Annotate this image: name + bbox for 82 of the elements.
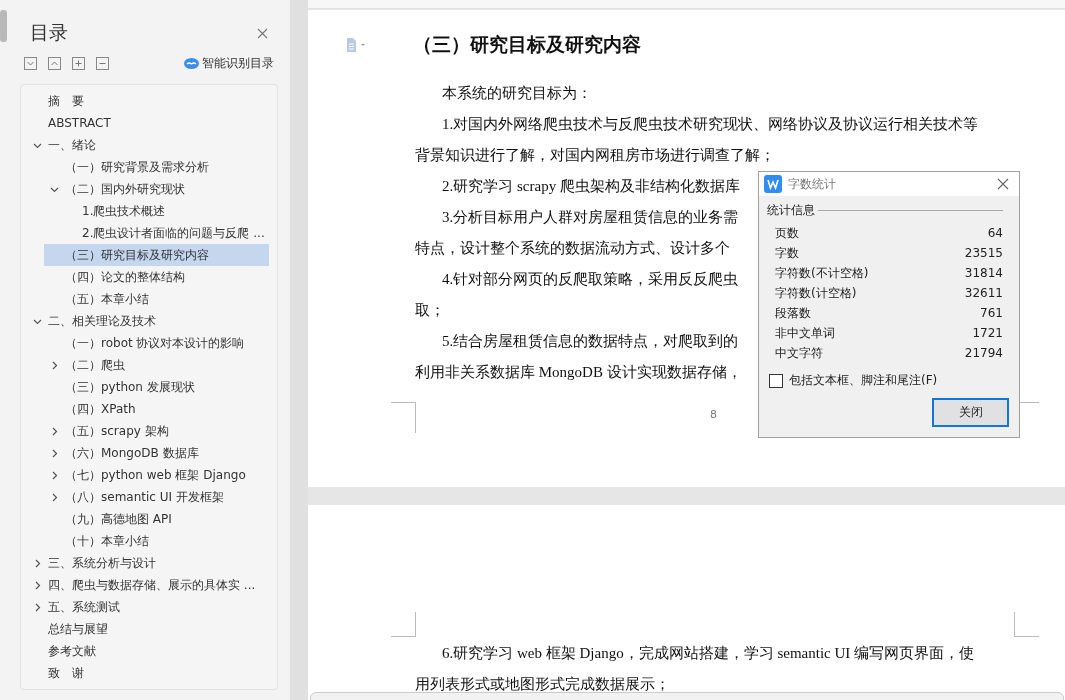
- cloud-icon[interactable]: [184, 58, 199, 69]
- crop-mark: [1014, 612, 1039, 637]
- stat-label: 非中文单词: [775, 325, 835, 342]
- collapse-icon[interactable]: [48, 57, 61, 70]
- caret-icon[interactable]: [50, 470, 59, 480]
- caret-icon[interactable]: [50, 426, 59, 436]
- close-icon[interactable]: [257, 27, 268, 39]
- section-heading: （三）研究目标及研究内容: [413, 32, 641, 57]
- toc-item[interactable]: （九）高德地图 API: [44, 508, 269, 530]
- paragraph-line: 2.研究学习 scrapy 爬虫架构及非结构化数据库: [441, 177, 740, 196]
- toc-item[interactable]: （二）国内外研究现状: [44, 178, 269, 200]
- caret-icon[interactable]: [33, 602, 42, 612]
- toc-item[interactable]: ABSTRACT: [27, 112, 269, 134]
- stat-value: 31814: [964, 265, 1003, 282]
- toc-item[interactable]: 2.爬虫设计者面临的问题与反爬 ...: [61, 222, 269, 244]
- stat-value: 64: [987, 225, 1003, 242]
- toc-item[interactable]: （六）MongoDB 数据库: [44, 442, 269, 464]
- caret-icon[interactable]: [50, 448, 59, 458]
- crop-mark: [391, 612, 416, 637]
- paragraph-line: 本系统的研究目标为：: [441, 84, 592, 103]
- stat-label: 字符数(不计空格): [775, 265, 869, 282]
- toc-item[interactable]: 总结与展望: [27, 618, 269, 640]
- minus-icon[interactable]: [96, 57, 109, 70]
- toc-item[interactable]: （二）爬虫: [44, 354, 269, 376]
- stat-label: 页数: [775, 225, 799, 242]
- paragraph-line: 特点，设计整个系统的数据流动方式、设计多个: [415, 239, 730, 258]
- checkbox[interactable]: [769, 373, 783, 388]
- caret-icon[interactable]: [33, 580, 42, 590]
- paragraph-line: 3.分析目标用户人群对房屋租赁信息的业务需: [441, 208, 739, 227]
- toc-item[interactable]: （三）研究目标及研究内容: [44, 244, 269, 266]
- panel-title: 目录: [30, 20, 69, 45]
- plus-icon[interactable]: [72, 57, 85, 70]
- stat-label: 字符数(计空格): [775, 285, 857, 302]
- paragraph-line: 4.针对部分网页的反爬取策略，采用反反爬虫: [441, 270, 739, 289]
- checkbox-label[interactable]: 包括文本框、脚注和尾注(F): [789, 372, 938, 389]
- close-button[interactable]: 关闭: [932, 398, 1009, 427]
- paragraph-line: 用列表形式或地图形式完成数据展示；: [415, 675, 670, 694]
- paragraph-line: 取；: [415, 301, 445, 320]
- toc-item[interactable]: （七）python web 框架 Django: [44, 464, 269, 486]
- stat-value: 761: [980, 305, 1003, 322]
- stat-value: 23515: [964, 245, 1003, 262]
- toc-item[interactable]: 四、爬虫与数据存储、展示的具体实 ...: [27, 574, 269, 596]
- smart-toc-link[interactable]: 智能识别目录: [202, 55, 274, 72]
- toc-item[interactable]: （一）研究背景及需求分析: [44, 156, 269, 178]
- stat-value: 32611: [964, 285, 1003, 302]
- toc-item[interactable]: 1.爬虫技术概述: [61, 200, 269, 222]
- stat-value: 1721: [972, 325, 1003, 342]
- caret-icon[interactable]: [33, 558, 42, 568]
- paragraph-line: 5.结合房屋租赁信息的数据特点，对爬取到的: [441, 332, 739, 351]
- toc-item[interactable]: （八）semantic UI 开发框架: [44, 486, 269, 508]
- expand-icon[interactable]: [24, 57, 37, 70]
- toc-item[interactable]: （五）scrapy 架构: [44, 420, 269, 442]
- paragraph-line: 利用非关系数据库 MongoDB 设计实现数据存储，: [415, 363, 742, 382]
- close-icon[interactable]: [997, 178, 1009, 190]
- toc-item[interactable]: 二、相关理论及技术: [27, 310, 269, 332]
- stat-label: 中文字符: [775, 345, 823, 362]
- page-number: 8: [710, 408, 717, 421]
- paragraph-line: 背景知识进行了解，对国内网租房市场进行调查了解；: [415, 146, 775, 165]
- toc-item[interactable]: 参考文献: [27, 640, 269, 662]
- toc-item[interactable]: 摘 要: [27, 90, 269, 112]
- toc-item[interactable]: （四）XPath: [44, 398, 269, 420]
- paragraph-line: 6.研究学习 web 框架 Django，完成网站搭建，学习 semantic UI 编写网页界面，使: [441, 644, 975, 663]
- app-logo-icon: [764, 175, 782, 193]
- crop-mark: [391, 402, 416, 433]
- toc-item[interactable]: 一、绪论: [27, 134, 269, 156]
- dialog-title: 字数统计: [788, 175, 837, 193]
- toc-item[interactable]: （三）python 发展现状: [44, 376, 269, 398]
- toc-item[interactable]: （五）本章小结: [44, 288, 269, 310]
- toc-item[interactable]: （一）robot 协议对本设计的影响: [44, 332, 269, 354]
- toc-item[interactable]: （十）本章小结: [44, 530, 269, 552]
- stat-value: 21794: [964, 345, 1003, 362]
- toc-item[interactable]: （四）论文的整体结构: [44, 266, 269, 288]
- toc-item[interactable]: 致 谢: [27, 662, 269, 684]
- scrollbar[interactable]: [0, 10, 7, 42]
- toc-item[interactable]: 三、系统分析与设计: [27, 552, 269, 574]
- stat-label: 段落数: [775, 305, 811, 322]
- caret-icon[interactable]: [50, 492, 59, 502]
- caret-icon[interactable]: [50, 360, 59, 370]
- stat-label: 字数: [775, 245, 799, 262]
- paragraph-line: 1.对国内外网络爬虫技术与反爬虫技术研究现状、网络协议及协议运行相关技术等: [441, 115, 979, 134]
- section-label: 统计信息: [767, 202, 815, 219]
- toc-item[interactable]: 五、系统测试: [27, 596, 269, 618]
